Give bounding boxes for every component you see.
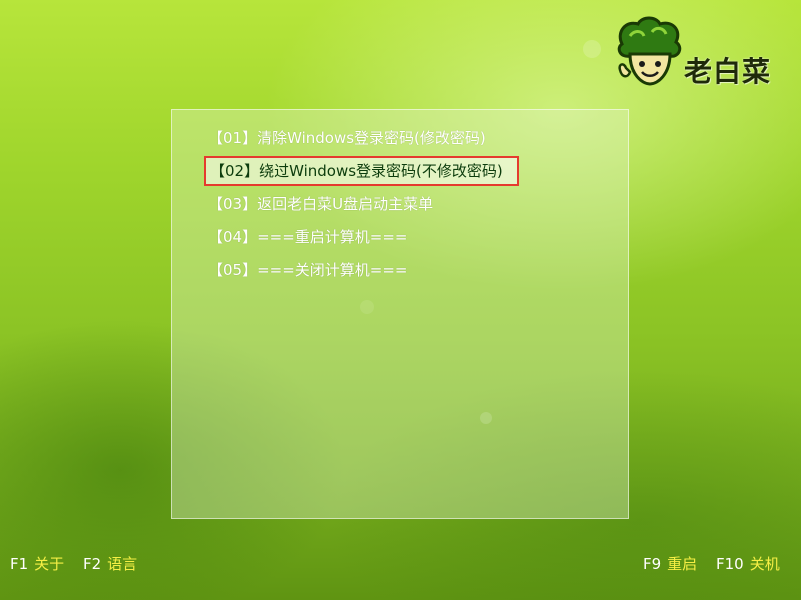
hotkey-f1[interactable]: F1 关于 <box>10 555 83 573</box>
hotkey-key: F1 <box>10 555 29 573</box>
background-bokeh <box>583 40 601 58</box>
hotkey-label: 关于 <box>34 555 65 573</box>
menu-item-03[interactable]: 【03】返回老白菜U盘启动主菜单 <box>208 191 433 217</box>
hotkey-f9[interactable]: F9 重启 <box>643 555 716 573</box>
menu-item-04[interactable]: 【04】===重启计算机=== <box>208 224 408 250</box>
hotkey-label: 语言 <box>107 555 138 573</box>
hotkey-f2[interactable]: F2 语言 <box>83 555 151 573</box>
menu-item-01[interactable]: 【01】清除Windows登录密码(修改密码) <box>208 125 486 151</box>
hotkey-f10[interactable]: F10 关机 <box>716 555 780 573</box>
footer-hotkeys-left: F1 关于 F2 语言 <box>10 553 151 574</box>
hotkey-key: F9 <box>643 555 662 573</box>
boot-menu-panel: 【01】清除Windows登录密码(修改密码) 【02】绕过Windows登录密… <box>171 109 629 519</box>
brand-logo: 老白菜 <box>612 14 788 90</box>
hotkey-label: 关机 <box>749 555 780 573</box>
brand-name: 老白菜 <box>684 55 772 88</box>
menu-item-05[interactable]: 【05】===关闭计算机=== <box>208 257 408 283</box>
menu-item-02-selected[interactable]: 【02】绕过Windows登录密码(不修改密码) <box>204 156 519 186</box>
hotkey-label: 重启 <box>667 555 698 573</box>
footer-hotkeys-right: F9 重启 F10 关机 <box>643 553 780 574</box>
cabbage-mascot-icon <box>617 16 682 86</box>
hotkey-key: F10 <box>715 555 744 573</box>
hotkey-key: F2 <box>82 555 102 573</box>
